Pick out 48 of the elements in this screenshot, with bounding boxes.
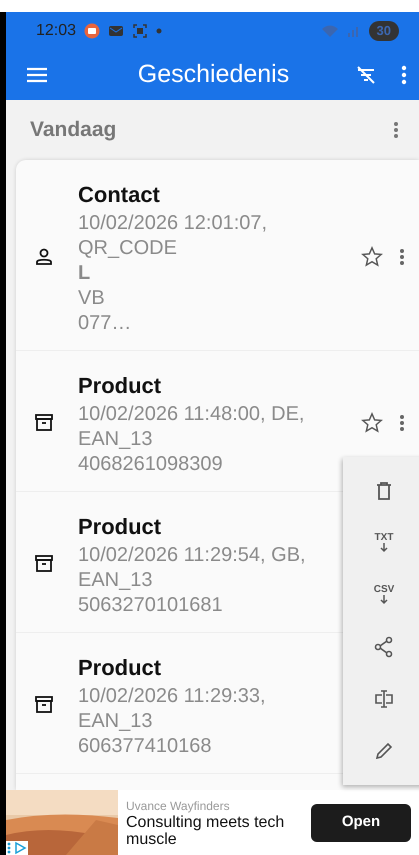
person-icon: [34, 247, 54, 267]
item-detail: 077…: [78, 311, 132, 336]
item-detail: 5063270101681: [78, 593, 224, 618]
pencil-icon: [373, 740, 395, 762]
menu-icon: [26, 66, 48, 83]
archive-box-icon: [34, 413, 54, 433]
item-title: Product: [78, 372, 162, 400]
item-title: Contact: [78, 181, 161, 209]
status-time: 12:03: [36, 21, 76, 41]
mail-icon: [108, 23, 124, 39]
share-icon: [373, 636, 395, 658]
item-detail: 606377410168: [78, 734, 212, 759]
more-icon: [399, 246, 405, 267]
history-item[interactable]: Contact 10/02/2026 12:01:07, QR_CODE L VB 077…: [16, 160, 419, 351]
ad-sponsor: Uvance Wayfinders: [126, 798, 231, 815]
screenshot-icon: [132, 23, 148, 39]
down-arrow-icon: [379, 595, 389, 605]
item-detail: L: [78, 261, 92, 286]
item-detail: 10/02/2026 12:01:07, QR_CODE: [78, 211, 268, 261]
star-icon: [361, 412, 383, 434]
battery-indicator: 30: [368, 21, 399, 41]
item-detail: 10/02/2026 11:29:54, GB, EAN_13: [78, 543, 307, 593]
item-detail: 4068261098309: [78, 452, 224, 477]
archive-box-icon: [34, 554, 54, 574]
archive-box-icon: [34, 695, 54, 715]
down-arrow-icon: [379, 543, 389, 553]
wifi-icon: [320, 24, 339, 38]
more-icon: [393, 120, 399, 140]
export-button[interactable]: CSV: [343, 569, 419, 621]
section-header: Vandaag: [30, 117, 116, 144]
star-icon: [361, 246, 383, 268]
signal-icon: [346, 24, 361, 38]
screen-title: Geschiedenis: [136, 59, 290, 90]
filter-off-icon: [355, 64, 377, 86]
more-icon: [399, 412, 405, 433]
item-title: Product: [78, 513, 162, 541]
ad-choices-icon: [6, 841, 28, 855]
item-detail: 10/02/2026 11:29:33, EAN_13: [78, 684, 267, 734]
text-cursor-icon: [373, 688, 395, 710]
item-title: Product: [78, 654, 162, 682]
ad-headline: Consulting meets tech muscle: [126, 814, 286, 848]
notification-icon: [84, 23, 100, 39]
export-button[interactable]: TXT: [343, 517, 419, 569]
open-button[interactable]: Open: [311, 804, 411, 842]
dot-icon: [156, 28, 162, 34]
item-detail: VB: [78, 286, 106, 311]
item-detail: 10/02/2026 11:48:00, DE, EAN_13: [78, 402, 306, 452]
more-icon: [401, 64, 407, 86]
